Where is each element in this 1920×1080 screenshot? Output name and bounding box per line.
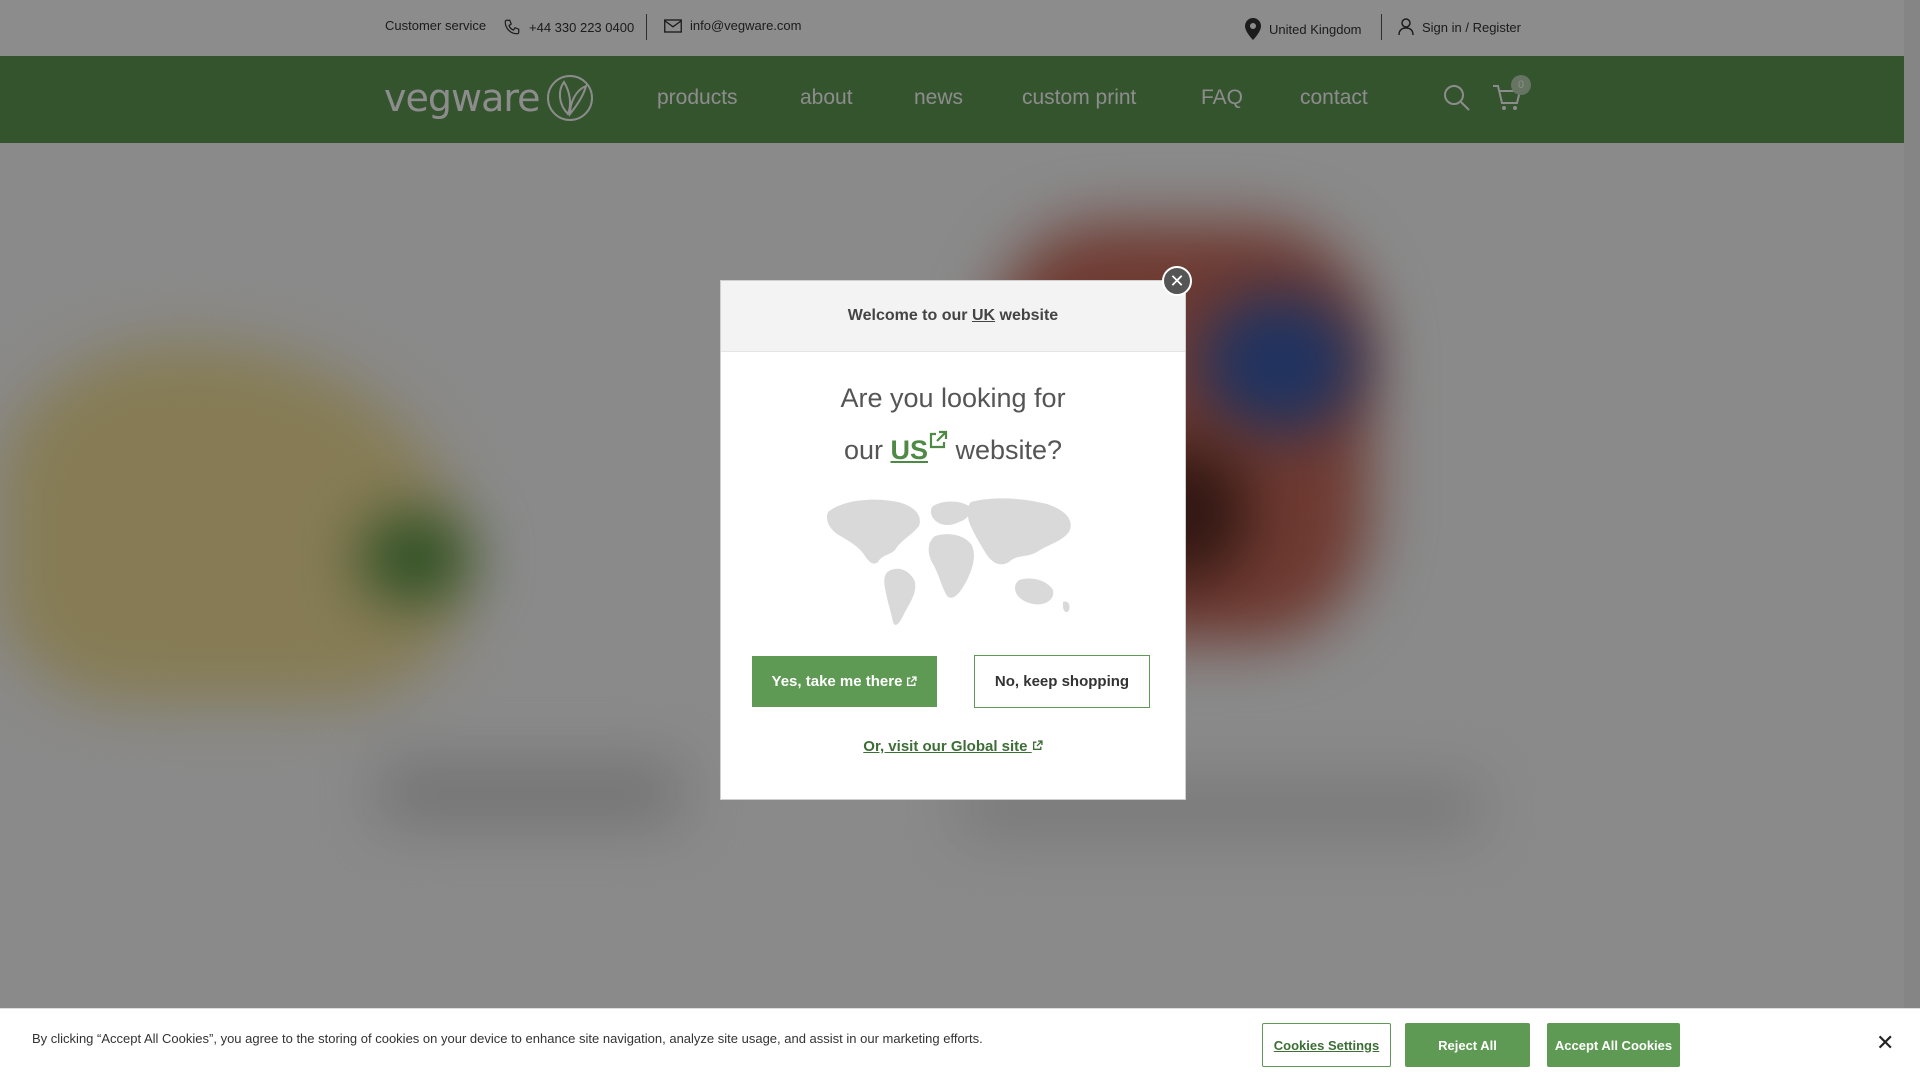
no-keep-shopping-button[interactable]: No, keep shopping <box>974 655 1150 708</box>
cookie-notice-text: By clicking “Accept All Cookies”, you ag… <box>32 1031 983 1046</box>
yes-take-me-there-button[interactable]: Yes, take me there <box>752 656 937 707</box>
reject-all-button[interactable]: Reject All <box>1405 1023 1530 1067</box>
header-country: UK <box>971 307 996 324</box>
cookies-settings-button[interactable]: Cookies Settings <box>1262 1023 1391 1067</box>
external-link-icon <box>907 676 918 687</box>
global-link-text: Or, visit our Global site <box>863 738 1028 755</box>
region-modal: Welcome to our UK website Are you lookin… <box>720 280 1186 800</box>
external-link-icon <box>929 430 948 449</box>
header-prefix: Welcome to our <box>847 307 972 324</box>
us-link-text: US <box>890 435 928 465</box>
accept-all-cookies-button[interactable]: Accept All Cookies <box>1547 1023 1680 1067</box>
us-website-link[interactable]: US <box>890 430 948 465</box>
question-suffix: website? <box>947 435 1063 465</box>
global-site-link[interactable]: Or, visit our Global site <box>721 738 1185 755</box>
header-suffix: website <box>995 307 1059 324</box>
modal-header: Welcome to our UK website <box>721 281 1185 352</box>
modal-close-icon[interactable]: ✕ <box>1162 266 1192 296</box>
world-map-icon <box>827 498 1071 625</box>
question-line-2: our US website? <box>721 424 1185 476</box>
external-link-icon <box>1032 740 1043 751</box>
question-prefix: our <box>843 435 891 465</box>
cookie-close-icon[interactable]: ✕ <box>1876 1030 1894 1056</box>
modal-question: Are you looking for our US website? <box>721 372 1185 476</box>
cookie-banner: By clicking “Accept All Cookies”, you ag… <box>0 1008 1920 1080</box>
question-line-1: Are you looking for <box>840 383 1066 413</box>
yes-button-label: Yes, take me there <box>771 673 903 690</box>
